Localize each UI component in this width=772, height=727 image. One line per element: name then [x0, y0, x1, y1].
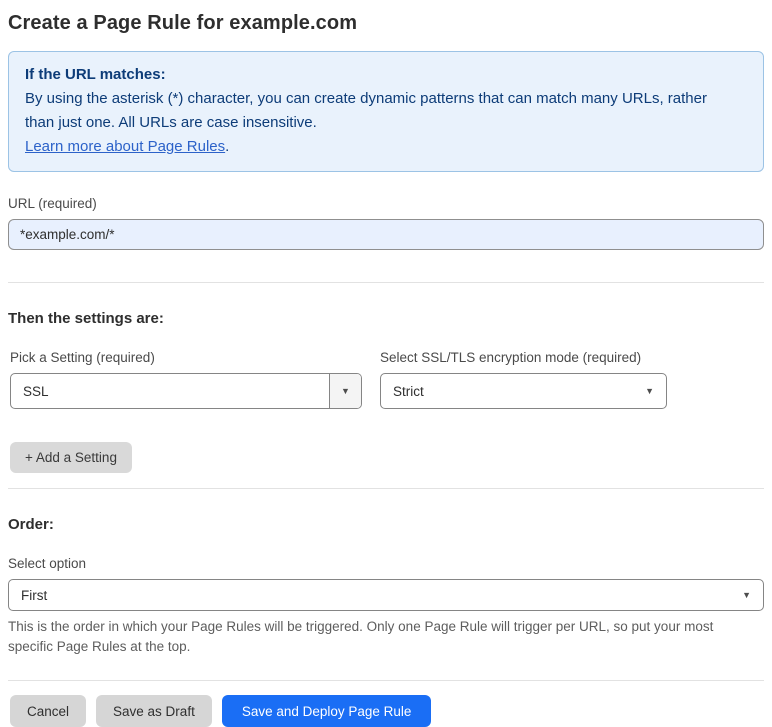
info-callout-link-line: Learn more about Page Rules.	[25, 135, 747, 159]
ssl-mode-value: Strict	[393, 383, 424, 399]
divider	[8, 282, 764, 283]
order-select-group: Select option First ▼ This is the order …	[8, 556, 764, 657]
settings-row: Pick a Setting (required) SSL ▼ Select S…	[10, 350, 764, 409]
page-title: Create a Page Rule for example.com	[8, 12, 358, 34]
ssl-mode-picker-group: Select SSL/TLS encryption mode (required…	[380, 350, 667, 409]
info-callout-heading: If the URL matches:	[25, 66, 166, 83]
order-section-heading: Order:	[8, 516, 54, 533]
url-match-info-callout: If the URL matches: By using the asteris…	[8, 51, 764, 172]
divider	[8, 680, 764, 681]
setting-picker-arrow-box[interactable]: ▼	[329, 374, 361, 408]
footer-actions: Cancel Save as Draft Save and Deploy Pag…	[10, 695, 764, 727]
save-as-draft-button[interactable]: Save as Draft	[96, 695, 212, 727]
url-field-label: URL (required)	[8, 196, 97, 211]
chevron-down-icon: ▼	[645, 385, 654, 396]
save-and-deploy-button[interactable]: Save and Deploy Page Rule	[221, 695, 432, 727]
create-page-rule-form: Create a Page Rule for example.com If th…	[0, 0, 772, 727]
url-input[interactable]	[8, 219, 764, 250]
order-select-label: Select option	[8, 556, 87, 571]
order-help-text: This is the order in which your Page Rul…	[8, 619, 714, 654]
ssl-mode-dropdown[interactable]: Strict ▼	[380, 373, 667, 409]
order-dropdown[interactable]: First ▼	[8, 579, 764, 611]
link-suffix-period: .	[225, 138, 230, 155]
setting-picker-label: Pick a Setting (required)	[10, 350, 155, 365]
chevron-down-icon: ▼	[341, 385, 350, 396]
cancel-button[interactable]: Cancel	[10, 695, 87, 727]
info-callout-body: By using the asterisk (*) character, you…	[25, 90, 707, 131]
learn-more-link[interactable]: Learn more about Page Rules	[25, 138, 225, 155]
settings-section-heading: Then the settings are:	[8, 310, 164, 327]
chevron-down-icon: ▼	[742, 589, 751, 600]
setting-picker-dropdown[interactable]: SSL ▼	[10, 373, 362, 409]
divider	[8, 488, 764, 489]
order-value: First	[21, 587, 48, 603]
ssl-mode-picker-label: Select SSL/TLS encryption mode (required…	[380, 350, 642, 365]
setting-picker-value: SSL	[23, 383, 49, 399]
add-setting-button[interactable]: + Add a Setting	[10, 442, 132, 473]
setting-picker-group: Pick a Setting (required) SSL ▼	[10, 350, 362, 409]
url-field-group: URL (required)	[8, 196, 764, 250]
